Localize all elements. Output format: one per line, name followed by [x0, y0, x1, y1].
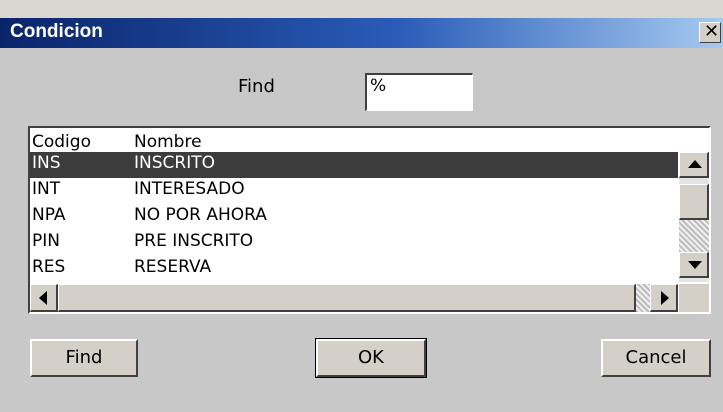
- scrollbar-corner: [679, 284, 709, 312]
- row-name: NO POR AHORA: [134, 205, 267, 225]
- scroll-left-button[interactable]: [30, 284, 58, 312]
- vertical-scrollbar[interactable]: [679, 152, 709, 282]
- vertical-scroll-track[interactable]: [679, 220, 709, 252]
- column-header-codigo[interactable]: Codigo: [32, 132, 91, 152]
- arrow-left-icon: [39, 291, 47, 305]
- find-label: Find: [238, 76, 275, 97]
- list-row-res[interactable]: RES RESERVA: [30, 256, 678, 282]
- row-code: RES: [32, 257, 66, 277]
- row-code: INT: [32, 179, 61, 199]
- dialog-body: Find % Codigo Nombre INS INSCRITO INT IN…: [0, 48, 723, 412]
- row-code: NPA: [32, 205, 66, 225]
- list-row-int[interactable]: INT INTERESADO: [30, 178, 678, 204]
- ok-button[interactable]: OK: [315, 338, 427, 378]
- vertical-scroll-thumb[interactable]: [679, 184, 709, 220]
- scroll-right-button[interactable]: [650, 284, 678, 312]
- title-bar[interactable]: Condicion ✕: [0, 18, 723, 48]
- row-name: INSCRITO: [134, 153, 215, 173]
- window-title: Condicion: [10, 21, 103, 42]
- horizontal-scrollbar[interactable]: [30, 284, 678, 312]
- find-input[interactable]: %: [365, 73, 473, 111]
- result-list[interactable]: Codigo Nombre INS INSCRITO INT INTERESAD…: [28, 126, 711, 314]
- condicion-dialog: Condicion ✕ Find % Codigo Nombre INS INS…: [0, 0, 723, 412]
- list-row-pin[interactable]: PIN PRE INSCRITO: [30, 230, 678, 256]
- close-icon: ✕: [704, 21, 720, 42]
- close-button[interactable]: ✕: [699, 21, 721, 43]
- arrow-down-icon: [688, 261, 702, 269]
- horizontal-scroll-track[interactable]: [636, 284, 650, 312]
- cancel-button[interactable]: Cancel: [601, 339, 711, 377]
- horizontal-scroll-thumb[interactable]: [58, 284, 636, 312]
- list-row-npa[interactable]: NPA NO POR AHORA: [30, 204, 678, 230]
- arrow-right-icon: [661, 291, 669, 305]
- find-button[interactable]: Find: [30, 339, 138, 377]
- row-code: PIN: [32, 231, 60, 251]
- column-header-nombre[interactable]: Nombre: [134, 132, 202, 152]
- arrow-up-icon: [688, 160, 702, 168]
- list-row-ins[interactable]: INS INSCRITO: [30, 152, 678, 178]
- scroll-down-button[interactable]: [679, 252, 709, 278]
- row-name: RESERVA: [134, 257, 212, 277]
- row-name: PRE INSCRITO: [134, 231, 254, 251]
- scroll-up-button[interactable]: [679, 152, 709, 178]
- row-code: INS: [32, 153, 61, 173]
- row-name: INTERESADO: [134, 179, 245, 199]
